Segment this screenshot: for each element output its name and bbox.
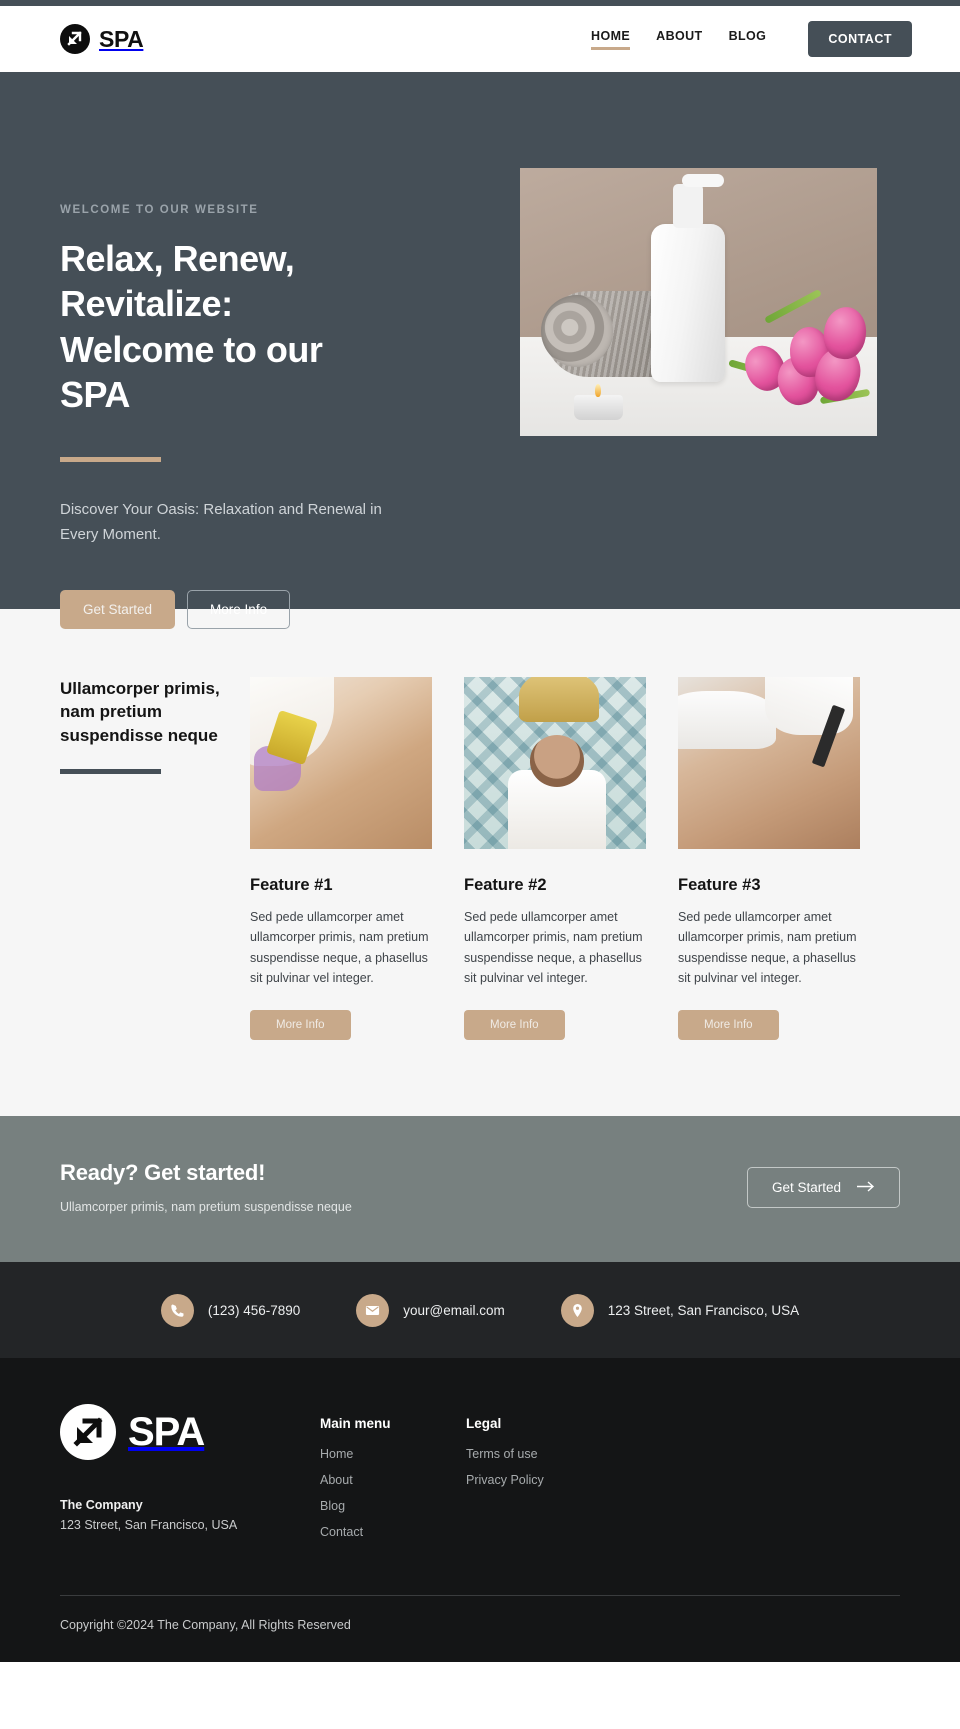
cta-title: Ready? Get started! — [60, 1160, 266, 1185]
feature-image-accent — [253, 745, 301, 791]
features-accent-rule — [60, 769, 161, 775]
feature-more-info-button[interactable]: More Info — [464, 1010, 565, 1040]
cta-button-label: Get Started — [771, 1179, 841, 1195]
nav-item-home[interactable]: HOME — [591, 29, 631, 50]
feature-image-accent — [811, 704, 845, 767]
feature-card: Feature #2 Sed pede ullamcorper amet ull… — [464, 677, 646, 1040]
site-header: SPA HOME ABOUT BLOG CONTACT — [0, 6, 960, 72]
footer-menu-title: Main menu — [320, 1416, 391, 1431]
footer-link-contact[interactable]: Contact — [320, 1525, 363, 1539]
footer-menu-legal: Legal Terms of use Privacy Policy — [466, 1404, 612, 1549]
contact-item-address[interactable]: 123 Street, San Francisco, USA — [560, 1293, 800, 1327]
feature-more-info-button[interactable]: More Info — [250, 1010, 351, 1040]
map-pin-glyph — [572, 1303, 582, 1317]
hero-media — [520, 146, 877, 629]
hero-more-info-button[interactable]: More Info — [187, 589, 291, 629]
hero-image-candle — [573, 383, 623, 420]
hero-image — [520, 168, 877, 436]
phone-glyph — [171, 1304, 184, 1317]
contact-item-phone[interactable]: (123) 456-7890 — [160, 1293, 301, 1327]
feature-card: Feature #3 Sed pede ullamcorper amet ull… — [678, 677, 860, 1040]
feature-text: Sed pede ullamcorper amet ullamcorper pr… — [464, 910, 643, 985]
footer-brand-logo-link[interactable]: SPA — [60, 1404, 320, 1460]
hero-get-started-button[interactable]: Get Started — [60, 589, 176, 629]
cta-get-started-button[interactable]: Get Started — [746, 1166, 900, 1208]
hero-actions: Get Started More Info — [60, 589, 460, 629]
footer-address: 123 Street, San Francisco, USA — [60, 1518, 238, 1532]
hero-image-bottle-neck — [672, 184, 703, 229]
spa-arrow-logo-icon — [60, 1404, 116, 1460]
main-nav: HOME ABOUT BLOG CONTACT — [591, 21, 912, 57]
arrow-right-icon — [857, 1180, 875, 1195]
contact-phone-text: (123) 456-7890 — [207, 1302, 301, 1318]
hero-image-bottle-pump — [681, 174, 724, 188]
feature-image-3 — [678, 677, 860, 849]
footer-brand-block: SPA The Company 123 Street, San Francisc… — [60, 1404, 320, 1549]
hero-section: WELCOME TO OUR WEBSITE Relax, Renew, Rev… — [0, 72, 960, 629]
arrow-right-glyph — [857, 1180, 875, 1192]
feature-title: Feature #3 — [678, 876, 761, 894]
contact-email-text: your@email.com — [403, 1302, 505, 1318]
hero-eyebrow: WELCOME TO OUR WEBSITE — [60, 204, 259, 216]
features-heading-block: Ullamcorper primis, nam pretium suspendi… — [60, 677, 250, 1040]
footer-link-privacy[interactable]: Privacy Policy — [466, 1473, 544, 1487]
footer-link-home[interactable]: Home — [320, 1447, 353, 1461]
feature-title: Feature #2 — [464, 876, 547, 894]
footer-menu-main: Main menu Home About Blog Contact — [320, 1404, 466, 1549]
hero-accent-rule — [60, 457, 161, 463]
footer-copyright: Copyright ©2024 The Company, All Rights … — [60, 1618, 351, 1632]
phone-icon — [160, 1293, 194, 1327]
map-pin-icon — [560, 1293, 594, 1327]
feature-image-2 — [464, 677, 646, 849]
hero-subtitle: Discover Your Oasis: Relaxation and Rene… — [60, 501, 382, 544]
footer-brand-name: SPA — [128, 1409, 205, 1454]
feature-title: Feature #1 — [250, 876, 333, 894]
page-root: SPA HOME ABOUT BLOG CONTACT WELCOME TO O… — [0, 0, 960, 1662]
hero-image-towel — [540, 291, 665, 378]
contact-address-text: 123 Street, San Francisco, USA — [607, 1302, 800, 1318]
cta-banner: Ready? Get started! Ullamcorper primis, … — [0, 1116, 960, 1262]
logo-glyph — [67, 31, 82, 46]
hero-copy: WELCOME TO OUR WEBSITE Relax, Renew, Rev… — [60, 146, 460, 629]
contact-item-email[interactable]: your@email.com — [356, 1293, 505, 1327]
cta-copy: Ready? Get started! Ullamcorper primis, … — [60, 1160, 352, 1214]
feature-more-info-button[interactable]: More Info — [678, 1010, 779, 1040]
hero-image-bottle — [650, 174, 725, 383]
feature-text: Sed pede ullamcorper amet ullamcorper pr… — [250, 910, 429, 985]
envelope-icon — [356, 1293, 390, 1327]
footer-link-terms[interactable]: Terms of use — [466, 1447, 538, 1461]
footer-link-about[interactable]: About — [320, 1473, 353, 1487]
cta-subtitle: Ullamcorper primis, nam pretium suspendi… — [60, 1200, 352, 1214]
brand-name: SPA — [99, 25, 144, 52]
feature-text: Sed pede ullamcorper amet ullamcorper pr… — [678, 910, 857, 985]
hero-image-tulips — [728, 289, 871, 410]
footer-company-name: The Company — [60, 1498, 143, 1512]
contact-bar: (123) 456-7890 your@email.com 123 Street… — [0, 1262, 960, 1358]
feature-card: Feature #1 Sed pede ullamcorper amet ull… — [250, 677, 432, 1040]
site-footer: SPA The Company 123 Street, San Francisc… — [0, 1358, 960, 1662]
features-heading: Ullamcorper primis, nam pretium suspendi… — [60, 679, 220, 745]
footer-menu-title: Legal — [466, 1416, 502, 1431]
nav-item-about[interactable]: ABOUT — [656, 29, 702, 49]
spa-arrow-logo-icon — [60, 24, 90, 54]
brand-logo-link[interactable]: SPA — [60, 24, 144, 54]
feature-image-accent — [529, 735, 585, 788]
footer-link-blog[interactable]: Blog — [320, 1499, 345, 1513]
contact-button[interactable]: CONTACT — [808, 21, 912, 57]
feature-image-1 — [250, 677, 432, 849]
envelope-glyph — [366, 1305, 380, 1315]
footer-logo-glyph — [73, 1417, 103, 1447]
nav-item-blog[interactable]: BLOG — [729, 29, 767, 49]
feature-cards: Feature #1 Sed pede ullamcorper amet ull… — [250, 677, 860, 1040]
hero-title: Relax, Renew, Revitalize: Welcome to our… — [60, 238, 323, 416]
features-section: Ullamcorper primis, nam pretium suspendi… — [0, 609, 960, 1116]
